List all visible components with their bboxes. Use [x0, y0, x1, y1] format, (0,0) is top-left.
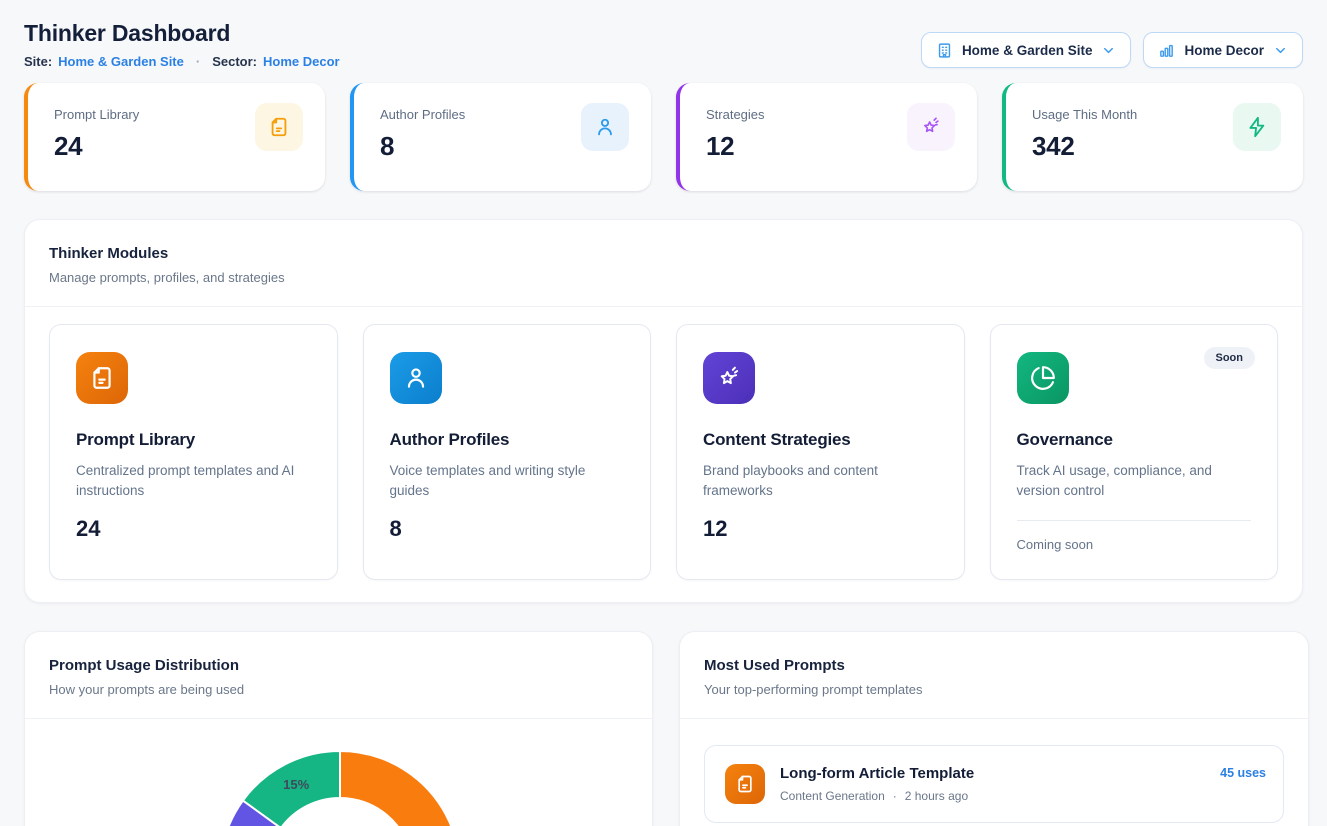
- prompt-item-title: Long-form Article Template: [780, 765, 1205, 782]
- usage-card-header: Prompt Usage Distribution How your promp…: [25, 632, 652, 719]
- most-used-prompts-card: Most Used Prompts Your top-performing pr…: [679, 631, 1309, 826]
- module-title: Governance: [1017, 430, 1252, 450]
- user-icon: [581, 103, 629, 151]
- modules-panel-header: Thinker Modules Manage prompts, profiles…: [25, 220, 1302, 307]
- prompt-item-time: 2 hours ago: [905, 789, 968, 803]
- module-count: 12: [703, 516, 938, 542]
- donut-chart-svg: 15%: [210, 741, 470, 826]
- prompts-card-title: Most Used Prompts: [704, 657, 1284, 674]
- donut-slice-label: 15%: [283, 777, 309, 792]
- chevron-down-icon: [1273, 43, 1288, 58]
- star-sparkle-icon: [907, 103, 955, 151]
- header-left: Thinker Dashboard Site: Home & Garden Si…: [24, 20, 340, 69]
- stat-card-usage-this-month: Usage This Month 342: [1002, 83, 1303, 191]
- modules-title: Thinker Modules: [49, 245, 1278, 262]
- site-label: Site:: [24, 54, 52, 69]
- module-count: 8: [390, 516, 625, 542]
- sector-label: Sector:: [212, 54, 257, 69]
- stats-row: Prompt Library 24 Author Profiles 8 Stra…: [24, 83, 1303, 191]
- site-link[interactable]: Home & Garden Site: [58, 54, 184, 69]
- module-card-content-strategies[interactable]: Content Strategies Brand playbooks and c…: [676, 324, 965, 580]
- thinker-modules-panel: Thinker Modules Manage prompts, profiles…: [24, 219, 1303, 603]
- file-icon: [255, 103, 303, 151]
- stat-card-author-profiles: Author Profiles 8: [350, 83, 651, 191]
- module-title: Author Profiles: [390, 430, 625, 450]
- prompt-item-meta: Content Generation · 2 hours ago: [780, 789, 1205, 803]
- site-selector-dropdown[interactable]: Home & Garden Site: [921, 32, 1132, 68]
- meta-separator: ·: [893, 789, 897, 803]
- module-card-author-profiles[interactable]: Author Profiles Voice templates and writ…: [363, 324, 652, 580]
- breadcrumb-separator: ·: [196, 54, 200, 69]
- module-description: Track AI usage, compliance, and version …: [1017, 461, 1252, 501]
- prompt-item-body: Long-form Article Template Content Gener…: [780, 765, 1205, 803]
- orange-segment: [340, 751, 460, 826]
- top-bar: Thinker Dashboard Site: Home & Garden Si…: [24, 20, 1303, 69]
- module-card-prompt-library[interactable]: Prompt Library Centralized prompt templa…: [49, 324, 338, 580]
- module-title: Content Strategies: [703, 430, 938, 450]
- prompt-item-category: Content Generation: [780, 789, 885, 803]
- file-icon: [76, 352, 128, 404]
- coming-soon-text: Coming soon: [1017, 537, 1252, 552]
- stat-card-strategies: Strategies 12: [676, 83, 977, 191]
- module-card-governance[interactable]: Soon Governance Track AI usage, complian…: [990, 324, 1279, 580]
- site-selector-label: Home & Garden Site: [962, 43, 1093, 58]
- module-title: Prompt Library: [76, 430, 311, 450]
- prompts-card-header: Most Used Prompts Your top-performing pr…: [680, 632, 1308, 719]
- building-icon: [936, 42, 953, 59]
- pie-chart-icon: [1017, 352, 1069, 404]
- bar-chart-icon: [1158, 42, 1175, 59]
- module-description: Brand playbooks and content frameworks: [703, 461, 938, 501]
- module-count: 24: [76, 516, 311, 542]
- file-icon: [725, 764, 765, 804]
- prompt-list-item[interactable]: Long-form Article Template Content Gener…: [704, 745, 1284, 823]
- modules-grid: Prompt Library Centralized prompt templa…: [25, 307, 1302, 602]
- modules-subtitle: Manage prompts, profiles, and strategies: [49, 270, 1278, 285]
- page-title: Thinker Dashboard: [24, 20, 340, 47]
- prompt-item-uses-badge: 45 uses: [1220, 766, 1266, 780]
- donut-chart: 15%: [25, 719, 652, 826]
- soon-badge: Soon: [1204, 347, 1256, 369]
- prompts-card-subtitle: Your top-performing prompt templates: [704, 682, 1284, 697]
- star-sparkle-icon: [703, 352, 755, 404]
- bottom-row: Prompt Usage Distribution How your promp…: [24, 631, 1303, 826]
- sector-selector-dropdown[interactable]: Home Decor: [1143, 32, 1303, 68]
- sector-selector-label: Home Decor: [1184, 43, 1264, 58]
- module-description: Centralized prompt templates and AI inst…: [76, 461, 311, 501]
- usage-card-subtitle: How your prompts are being used: [49, 682, 628, 697]
- sector-link[interactable]: Home Decor: [263, 54, 340, 69]
- chevron-down-icon: [1101, 43, 1116, 58]
- user-icon: [390, 352, 442, 404]
- usage-card-title: Prompt Usage Distribution: [49, 657, 628, 674]
- prompt-list: Long-form Article Template Content Gener…: [680, 719, 1308, 826]
- module-description: Voice templates and writing style guides: [390, 461, 625, 501]
- header-selectors: Home & Garden Site Home Decor: [921, 32, 1303, 68]
- breadcrumb: Site: Home & Garden Site · Sector: Home …: [24, 54, 340, 69]
- stat-card-prompt-library: Prompt Library 24: [24, 83, 325, 191]
- module-divider: [1017, 520, 1252, 521]
- prompt-usage-distribution-card: Prompt Usage Distribution How your promp…: [24, 631, 653, 826]
- dashboard-page: Thinker Dashboard Site: Home & Garden Si…: [0, 0, 1327, 826]
- lightning-icon: [1233, 103, 1281, 151]
